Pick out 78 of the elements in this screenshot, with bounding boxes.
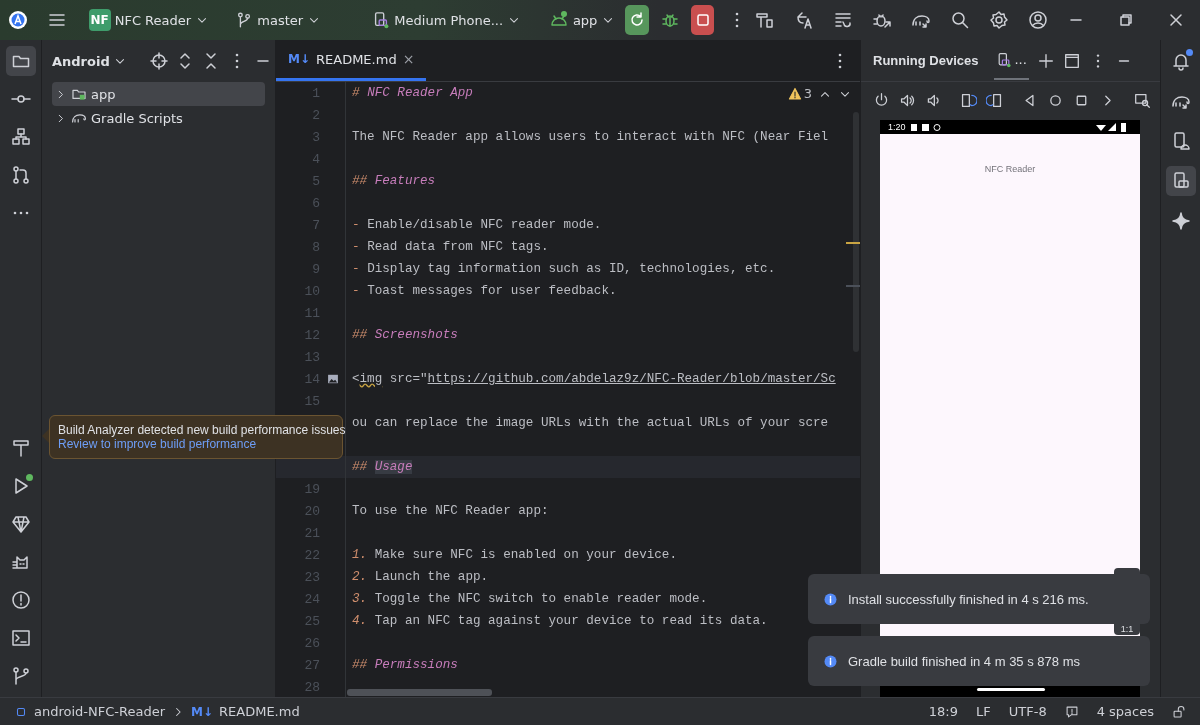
search-icon[interactable]	[950, 10, 970, 30]
structure-icon	[10, 127, 31, 147]
code-line: 3. Toggle the NFC switch to enable reader mode.	[351, 592, 708, 606]
lock-icon[interactable]	[1172, 704, 1186, 719]
notifications-icon	[1170, 51, 1191, 71]
stop-button[interactable]	[690, 5, 715, 35]
scrollbar[interactable]	[347, 689, 492, 696]
tooltip-link[interactable]: Review to improve build performance	[58, 437, 334, 451]
file-encoding[interactable]: UTF-8	[1008, 704, 1047, 719]
running-devices-tool-button[interactable]	[1165, 166, 1196, 196]
tooltip-message: Build Analyzer detected new build performance issues	[58, 423, 346, 437]
device-tab[interactable]: ...	[994, 41, 1029, 80]
git-branch-icon	[10, 666, 31, 686]
app-title: NFC Reader	[984, 164, 1036, 176]
code-line: 2. Launch the app.	[351, 570, 489, 584]
code-line: # NFC Reader App	[351, 86, 473, 100]
rotate-right-icon[interactable]	[986, 91, 1003, 109]
screenshot-icon[interactable]	[1134, 91, 1151, 109]
indent-setting[interactable]: 4 spaces	[1096, 704, 1154, 719]
code-line: - Enable/disable NFC reader mode.	[351, 218, 602, 232]
notification[interactable]: Gradle build finished in 4 m 35 s 878 ms	[808, 636, 1150, 686]
code-line: - Read data from NFC tags.	[351, 240, 549, 254]
branch-selector[interactable]: master	[229, 7, 328, 33]
caret-position[interactable]: 18:9	[928, 704, 959, 719]
code-line: ## Usage	[351, 460, 413, 474]
notification[interactable]: Install successfully finished in 4 s 216 ms.	[808, 574, 1150, 624]
code-line: ## Screenshots	[351, 328, 458, 342]
breadcrumb-file[interactable]: README.md	[219, 704, 300, 719]
translate-icon[interactable]	[794, 10, 814, 30]
add-icon[interactable]	[1036, 51, 1055, 70]
settings-icon[interactable]	[989, 10, 1009, 30]
tree-item[interactable]: app	[52, 82, 265, 106]
crosshair-icon[interactable]	[148, 51, 169, 71]
phone-time: 1:20	[888, 122, 906, 132]
warning-count[interactable]: 3	[787, 86, 812, 101]
code-line: To use the NFC Reader app:	[351, 504, 549, 518]
markdown-label: M↓	[191, 704, 213, 719]
code-line: - Display tag information such as ID, technologies, etc.	[351, 262, 776, 276]
rotate-left-icon[interactable]	[960, 91, 977, 109]
code-line: - Toast messages for user feedback.	[351, 284, 617, 298]
code-line: The NFC Reader app allows users to interact with NFC (Near Fiel	[351, 130, 829, 144]
hammer-icon[interactable]	[755, 10, 775, 30]
line-separator[interactable]: LF	[976, 704, 991, 719]
tree-item[interactable]: Gradle Scripts	[52, 106, 265, 130]
hammer-icon	[10, 438, 31, 458]
terminal-icon	[10, 628, 31, 648]
run-config-selector[interactable]: app	[542, 6, 622, 34]
zoom-label[interactable]: 1:1	[1120, 624, 1134, 634]
window-icon[interactable]	[1062, 51, 1081, 70]
app-logo-icon[interactable]	[8, 10, 28, 30]
comment-icon[interactable]	[1064, 704, 1079, 719]
code-line: ## Permissions	[351, 658, 458, 672]
code-line: 4. Tap an NFC tag against your device to read its data.	[351, 614, 768, 628]
phone-icon	[372, 11, 391, 29]
lines-arrow-icon[interactable]	[833, 10, 853, 30]
info-icon	[823, 653, 838, 669]
code-line: ## Features	[351, 174, 436, 188]
editor-tab[interactable]: M↓ README.md ×	[276, 40, 427, 81]
sparkle-icon	[1170, 211, 1191, 231]
gem-icon	[10, 514, 31, 534]
code-line: ou can replace the image URLs with the actual URLs of your scre	[351, 416, 829, 430]
close-tab-button[interactable]: ×	[402, 51, 415, 67]
panel-title: Running Devices	[873, 53, 979, 68]
code-line: 1. Make sure NFC is enabled on your device.	[351, 548, 677, 562]
scrollbar[interactable]	[853, 112, 859, 352]
code-line: <img src="https://github.com/abdelaz9z/NFC-Reader/blob/master/Sc	[351, 372, 836, 386]
account-icon[interactable]	[1028, 10, 1048, 30]
power-icon[interactable]	[873, 91, 890, 109]
info-icon	[823, 591, 838, 607]
project-view-selector[interactable]: Android	[52, 53, 127, 69]
breadcrumb-project[interactable]: android-NFC-Reader	[34, 704, 165, 719]
device-selector[interactable]: Medium Phone...	[366, 7, 528, 33]
rerun-button[interactable]	[625, 5, 649, 35]
problems-icon	[10, 590, 31, 610]
pull-request-icon	[10, 165, 31, 185]
folder-tool-button[interactable]	[5, 46, 36, 76]
phone-icon	[996, 51, 1013, 68]
project-selector[interactable]: NF NFC Reader	[82, 5, 216, 35]
